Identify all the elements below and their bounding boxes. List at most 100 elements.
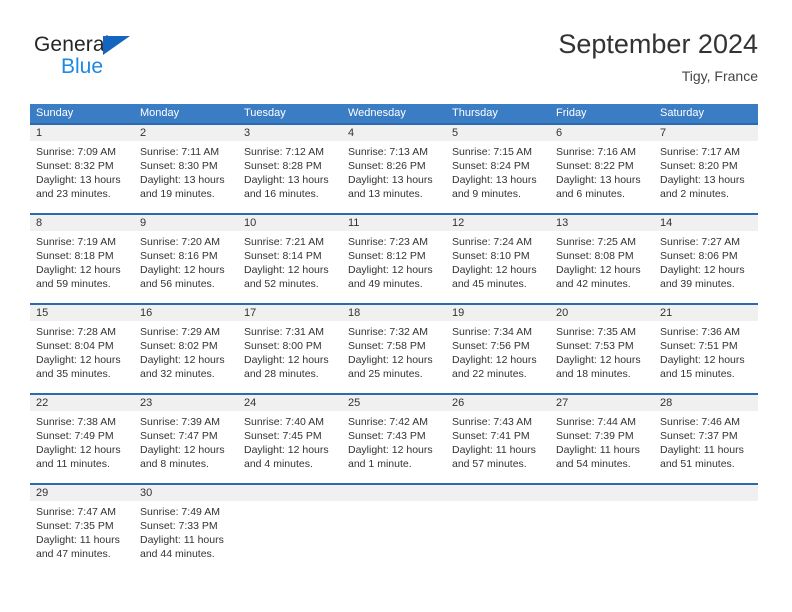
day-cell[interactable]: 15 Sunrise: 7:28 AM Sunset: 8:04 PM Dayligh… xyxy=(30,303,134,392)
day-cell[interactable]: 12 Sunrise: 7:24 AM Sunset: 8:10 PM Dayligh… xyxy=(446,213,550,302)
day-cell[interactable]: 18 Sunrise: 7:32 AM Sunset: 7:58 PM Dayligh… xyxy=(342,303,446,392)
sunrise-time: Sunrise: 7:29 AM xyxy=(140,326,220,338)
day-cell[interactable]: 25 Sunrise: 7:42 AM Sunset: 7:43 PM Dayligh… xyxy=(342,393,446,482)
daylight-duration-line2: and 23 minutes. xyxy=(36,188,111,200)
sunset-time: Sunset: 8:00 PM xyxy=(244,340,322,352)
daylight-duration-line1: Daylight: 12 hours xyxy=(452,354,537,366)
day-cell[interactable]: 28 Sunrise: 7:46 AM Sunset: 7:37 PM Dayligh… xyxy=(654,393,758,482)
day-cell[interactable]: 26 Sunrise: 7:43 AM Sunset: 7:41 PM Dayligh… xyxy=(446,393,550,482)
day-details: Sunrise: 7:25 AM Sunset: 8:08 PM Daylight:… xyxy=(550,231,654,291)
daylight-duration-line2: and 35 minutes. xyxy=(36,368,111,380)
day-number xyxy=(238,483,342,501)
day-details: Sunrise: 7:11 AM Sunset: 8:30 PM Daylight:… xyxy=(134,141,238,201)
title-block: September 2024 Tigy, France xyxy=(558,28,758,85)
weekday-header-sunday: Sunday xyxy=(36,107,74,119)
day-cell[interactable]: 4 Sunrise: 7:13 AM Sunset: 8:26 PM Daylight… xyxy=(342,123,446,212)
day-cell[interactable]: 14 Sunrise: 7:27 AM Sunset: 8:06 PM Dayligh… xyxy=(654,213,758,302)
day-details: Sunrise: 7:13 AM Sunset: 8:26 PM Daylight:… xyxy=(342,141,446,201)
sunrise-time: Sunrise: 7:23 AM xyxy=(348,236,428,248)
daylight-duration-line1: Daylight: 12 hours xyxy=(36,354,121,366)
day-number: 8 xyxy=(30,213,134,231)
daylight-duration-line1: Daylight: 12 hours xyxy=(556,264,641,276)
day-number: 22 xyxy=(30,393,134,411)
day-details: Sunrise: 7:21 AM Sunset: 8:14 PM Daylight:… xyxy=(238,231,342,291)
daylight-duration-line1: Daylight: 11 hours xyxy=(556,444,640,456)
day-cell[interactable]: 3 Sunrise: 7:12 AM Sunset: 8:28 PM Daylight… xyxy=(238,123,342,212)
day-cell[interactable]: 9 Sunrise: 7:20 AM Sunset: 8:16 PM Daylight… xyxy=(134,213,238,302)
day-details: Sunrise: 7:49 AM Sunset: 7:33 PM Daylight:… xyxy=(134,501,238,561)
sunset-time: Sunset: 7:43 PM xyxy=(348,430,426,442)
sunset-time: Sunset: 8:30 PM xyxy=(140,160,218,172)
day-number: 13 xyxy=(550,213,654,231)
calendar-weeks: 1 Sunrise: 7:09 AM Sunset: 8:32 PM Daylight… xyxy=(30,123,758,572)
day-cell[interactable]: 10 Sunrise: 7:21 AM Sunset: 8:14 PM Dayligh… xyxy=(238,213,342,302)
sunrise-time: Sunrise: 7:13 AM xyxy=(348,146,428,158)
weekday-header-wednesday: Wednesday xyxy=(348,107,406,119)
day-cell[interactable]: 20 Sunrise: 7:35 AM Sunset: 7:53 PM Dayligh… xyxy=(550,303,654,392)
daylight-duration-line1: Daylight: 13 hours xyxy=(452,174,537,186)
sunset-time: Sunset: 8:06 PM xyxy=(660,250,738,262)
day-details: Sunrise: 7:31 AM Sunset: 8:00 PM Daylight:… xyxy=(238,321,342,381)
sunrise-time: Sunrise: 7:25 AM xyxy=(556,236,636,248)
weekday-header-friday: Friday xyxy=(556,107,587,119)
day-cell[interactable]: 17 Sunrise: 7:31 AM Sunset: 8:00 PM Dayligh… xyxy=(238,303,342,392)
day-number: 9 xyxy=(134,213,238,231)
day-cell[interactable]: 8 Sunrise: 7:19 AM Sunset: 8:18 PM Daylight… xyxy=(30,213,134,302)
sunrise-time: Sunrise: 7:32 AM xyxy=(348,326,428,338)
daylight-duration-line2: and 22 minutes. xyxy=(452,368,527,380)
day-cell[interactable]: 13 Sunrise: 7:25 AM Sunset: 8:08 PM Dayligh… xyxy=(550,213,654,302)
day-cell[interactable]: 19 Sunrise: 7:34 AM Sunset: 7:56 PM Dayligh… xyxy=(446,303,550,392)
sunset-time: Sunset: 8:08 PM xyxy=(556,250,634,262)
day-cell[interactable]: 24 Sunrise: 7:40 AM Sunset: 7:45 PM Dayligh… xyxy=(238,393,342,482)
day-cell[interactable]: 21 Sunrise: 7:36 AM Sunset: 7:51 PM Dayligh… xyxy=(654,303,758,392)
day-details: Sunrise: 7:17 AM Sunset: 8:20 PM Daylight:… xyxy=(654,141,758,201)
weekday-header-row: Sunday Monday Tuesday Wednesday Thursday Frid… xyxy=(30,104,758,123)
day-number: 12 xyxy=(446,213,550,231)
daylight-duration-line1: Daylight: 13 hours xyxy=(556,174,641,186)
daylight-duration-line2: and 9 minutes. xyxy=(452,188,521,200)
sunset-time: Sunset: 7:35 PM xyxy=(36,520,114,532)
day-number: 6 xyxy=(550,123,654,141)
daylight-duration-line2: and 13 minutes. xyxy=(348,188,423,200)
day-number: 25 xyxy=(342,393,446,411)
day-number xyxy=(342,483,446,501)
day-cell[interactable]: 30 Sunrise: 7:49 AM Sunset: 7:33 PM Dayligh… xyxy=(134,483,238,572)
day-cell[interactable]: 5 Sunrise: 7:15 AM Sunset: 8:24 PM Daylight… xyxy=(446,123,550,212)
daylight-duration-line2: and 51 minutes. xyxy=(660,458,735,470)
day-cell[interactable]: 29 Sunrise: 7:47 AM Sunset: 7:35 PM Dayligh… xyxy=(30,483,134,572)
sunset-time: Sunset: 8:02 PM xyxy=(140,340,218,352)
daylight-duration-line1: Daylight: 11 hours xyxy=(660,444,744,456)
calendar-week-row: 29 Sunrise: 7:47 AM Sunset: 7:35 PM Dayligh… xyxy=(30,483,758,572)
day-number: 19 xyxy=(446,303,550,321)
day-cell[interactable]: 7 Sunrise: 7:17 AM Sunset: 8:20 PM Daylight… xyxy=(654,123,758,212)
day-cell[interactable]: 11 Sunrise: 7:23 AM Sunset: 8:12 PM Dayligh… xyxy=(342,213,446,302)
day-cell[interactable]: 2 Sunrise: 7:11 AM Sunset: 8:30 PM Daylight… xyxy=(134,123,238,212)
daylight-duration-line1: Daylight: 12 hours xyxy=(244,444,329,456)
sunrise-time: Sunrise: 7:27 AM xyxy=(660,236,740,248)
sunset-time: Sunset: 7:45 PM xyxy=(244,430,322,442)
sunrise-time: Sunrise: 7:16 AM xyxy=(556,146,636,158)
sunset-time: Sunset: 8:24 PM xyxy=(452,160,530,172)
sunset-time: Sunset: 8:22 PM xyxy=(556,160,634,172)
daylight-duration-line1: Daylight: 12 hours xyxy=(244,354,329,366)
sunrise-time: Sunrise: 7:49 AM xyxy=(140,506,220,518)
sunset-time: Sunset: 7:47 PM xyxy=(140,430,218,442)
day-cell-empty xyxy=(342,483,446,572)
daylight-duration-line1: Daylight: 13 hours xyxy=(348,174,433,186)
day-details: Sunrise: 7:15 AM Sunset: 8:24 PM Daylight:… xyxy=(446,141,550,201)
day-number: 20 xyxy=(550,303,654,321)
day-cell[interactable]: 1 Sunrise: 7:09 AM Sunset: 8:32 PM Daylight… xyxy=(30,123,134,212)
day-number: 5 xyxy=(446,123,550,141)
daylight-duration-line1: Daylight: 11 hours xyxy=(36,534,120,546)
day-cell[interactable]: 27 Sunrise: 7:44 AM Sunset: 7:39 PM Dayligh… xyxy=(550,393,654,482)
day-cell[interactable]: 22 Sunrise: 7:38 AM Sunset: 7:49 PM Dayligh… xyxy=(30,393,134,482)
day-cell[interactable]: 6 Sunrise: 7:16 AM Sunset: 8:22 PM Daylight… xyxy=(550,123,654,212)
day-details: Sunrise: 7:24 AM Sunset: 8:10 PM Daylight:… xyxy=(446,231,550,291)
daylight-duration-line1: Daylight: 13 hours xyxy=(660,174,745,186)
day-cell[interactable]: 16 Sunrise: 7:29 AM Sunset: 8:02 PM Dayligh… xyxy=(134,303,238,392)
day-details: Sunrise: 7:19 AM Sunset: 8:18 PM Daylight:… xyxy=(30,231,134,291)
day-details: Sunrise: 7:42 AM Sunset: 7:43 PM Daylight:… xyxy=(342,411,446,471)
day-number: 28 xyxy=(654,393,758,411)
day-cell[interactable]: 23 Sunrise: 7:39 AM Sunset: 7:47 PM Dayligh… xyxy=(134,393,238,482)
daylight-duration-line2: and 6 minutes. xyxy=(556,188,625,200)
